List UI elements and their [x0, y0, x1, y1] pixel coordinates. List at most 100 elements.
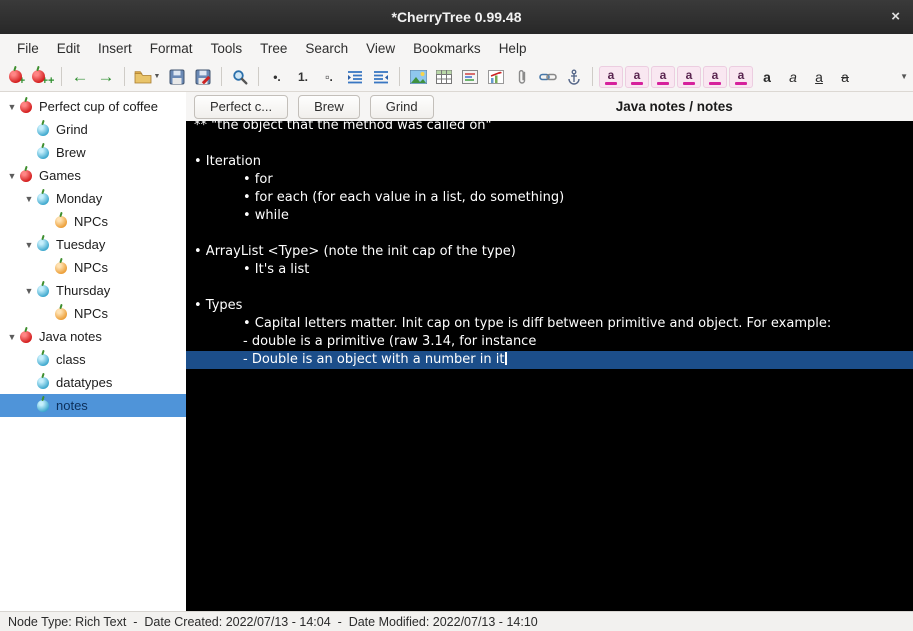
insert-chart-button[interactable] [484, 64, 508, 90]
tree-node-datatypes[interactable]: datatypes [0, 371, 186, 394]
expander-icon[interactable]: ▼ [21, 194, 37, 204]
open-file-button[interactable]: ▼ [131, 64, 163, 90]
attach-file-button[interactable] [510, 64, 534, 90]
h3-button[interactable]: a [703, 65, 727, 88]
tree-node-brew[interactable]: Brew [0, 141, 186, 164]
tree-node-class[interactable]: class [0, 348, 186, 371]
handle-indent-button[interactable] [343, 64, 367, 90]
cherry-orange-icon [55, 261, 67, 274]
h2-button[interactable]: a [677, 65, 701, 88]
editor-line[interactable]: • for each (for each value in a list, do… [186, 189, 913, 207]
bullet-list-button[interactable]: •. [265, 64, 289, 90]
editor-line[interactable]: • while [186, 207, 913, 225]
cherry-teal-icon [37, 123, 49, 136]
numbered-list-button[interactable]: 1. [291, 64, 315, 90]
save-as-button[interactable] [191, 64, 215, 90]
go-back-icon: ← [71, 67, 89, 86]
editor-line[interactable] [186, 279, 913, 297]
cherry-teal-icon [37, 399, 49, 412]
insert-table-button[interactable] [432, 64, 456, 90]
editor-line[interactable]: ** "the object that the method was calle… [186, 121, 913, 135]
find-button[interactable] [228, 64, 252, 90]
tree-node-perfect-cup-of-coffee[interactable]: ▼ Perfect cup of coffee [0, 95, 186, 118]
strikethrough-button[interactable]: a [833, 64, 857, 90]
tree-node-grind[interactable]: Grind [0, 118, 186, 141]
editor-line[interactable] [186, 225, 913, 243]
recent-node-button-perfect-cup[interactable]: Perfect c... [194, 94, 289, 119]
save-button[interactable] [165, 64, 189, 90]
toolbar-overflow-icon[interactable]: ▼ [900, 72, 908, 81]
toolbar-separator [258, 67, 259, 86]
italic-button[interactable]: a [781, 64, 805, 90]
new-node-button[interactable]: + [5, 64, 29, 90]
expander-icon[interactable]: ▼ [4, 171, 20, 181]
window-title: *CherryTree 0.99.48 [391, 9, 522, 25]
menu-bookmarks[interactable]: Bookmarks [404, 37, 490, 60]
editor-line[interactable]: • for [186, 171, 913, 189]
h1-button[interactable]: a [651, 65, 675, 88]
bold-button[interactable]: a [755, 64, 779, 90]
insert-chart-icon [488, 69, 504, 84]
menu-help[interactable]: Help [490, 37, 536, 60]
numbered-list-icon: 1. [297, 69, 308, 84]
tree-node-label: NPCs [74, 214, 108, 229]
recent-node-button-grind[interactable]: Grind [369, 94, 434, 119]
insert-image-icon [409, 69, 427, 84]
color-background-button[interactable]: a [625, 65, 649, 88]
insert-anchor-button[interactable] [562, 64, 586, 90]
tree-node-label: Java notes [39, 329, 102, 344]
new-subnode-icon [31, 70, 45, 83]
editor-line[interactable]: • It's a list [186, 261, 913, 279]
expander-icon[interactable]: ▼ [4, 102, 20, 112]
tree-node-monday[interactable]: ▼ Monday [0, 187, 186, 210]
menu-search[interactable]: Search [296, 37, 357, 60]
open-file-icon [134, 70, 151, 83]
insert-image-button[interactable] [406, 64, 430, 90]
tree-node-npcs[interactable]: NPCs [0, 302, 186, 325]
tree-node-label: datatypes [56, 375, 113, 390]
editor-line[interactable] [186, 135, 913, 153]
tree-node-java-notes[interactable]: ▼ Java notes [0, 325, 186, 348]
tree-node-label: Grind [56, 122, 88, 137]
menu-file[interactable]: File [8, 37, 48, 60]
find-icon [233, 69, 248, 85]
editor-line-current[interactable]: - Double is an object with a number in i… [186, 351, 913, 369]
go-back-button[interactable]: ← [68, 64, 92, 90]
rich-text-editor[interactable]: ** "the object that the method was calle… [186, 121, 913, 611]
menu-insert[interactable]: Insert [89, 37, 141, 60]
editor-line[interactable]: • Types [186, 297, 913, 315]
go-forward-button[interactable]: → [94, 64, 118, 90]
tree-node-tuesday[interactable]: ▼ Tuesday [0, 233, 186, 256]
tree-node-thursday[interactable]: ▼ Thursday [0, 279, 186, 302]
tree-node-npcs[interactable]: NPCs [0, 256, 186, 279]
editor-line[interactable]: • Capital letters matter. Init cap on ty… [186, 315, 913, 333]
new-subnode-button[interactable]: ++ [31, 64, 55, 90]
menu-view[interactable]: View [357, 37, 404, 60]
save-as-icon [195, 69, 211, 84]
menu-tree[interactable]: Tree [251, 37, 296, 60]
tree-node-games[interactable]: ▼ Games [0, 164, 186, 187]
insert-codebox-button[interactable] [458, 64, 482, 90]
todo-list-button[interactable]: ▫. [317, 64, 341, 90]
editor-line[interactable]: - double is a primitive (raw 3.14, for i… [186, 333, 913, 351]
tree-node-notes-selected[interactable]: notes [0, 394, 186, 417]
small-text-button[interactable]: a [729, 65, 753, 88]
unindent-button[interactable] [369, 64, 393, 90]
close-icon[interactable]: × [891, 8, 900, 26]
recent-node-button-brew[interactable]: Brew [298, 94, 360, 119]
tree-node-label: Games [39, 168, 81, 183]
editor-line[interactable]: • Iteration [186, 153, 913, 171]
menu-edit[interactable]: Edit [48, 37, 89, 60]
underline-button[interactable]: a [807, 64, 831, 90]
color-foreground-button[interactable]: a [599, 65, 623, 88]
expander-icon[interactable]: ▼ [21, 240, 37, 250]
tree-node-npcs[interactable]: NPCs [0, 210, 186, 233]
expander-icon[interactable]: ▼ [21, 286, 37, 296]
editor-line[interactable]: • ArrayList <Type> (note the init cap of… [186, 243, 913, 261]
insert-link-button[interactable] [536, 64, 560, 90]
expander-icon[interactable]: ▼ [4, 332, 20, 342]
menu-format[interactable]: Format [141, 37, 202, 60]
cherry-teal-icon [37, 376, 49, 389]
menu-tools[interactable]: Tools [202, 37, 252, 60]
bold-icon: a [763, 68, 771, 85]
